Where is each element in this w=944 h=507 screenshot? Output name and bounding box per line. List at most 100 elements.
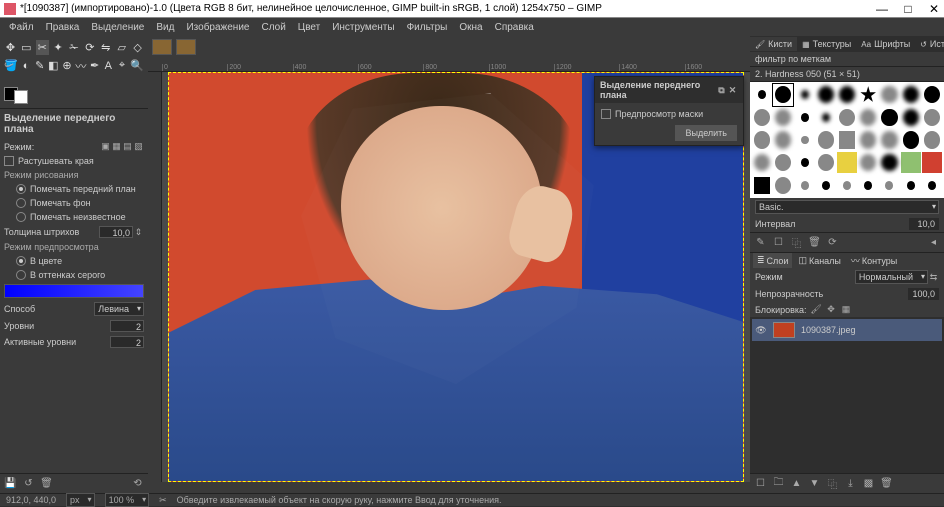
brush-item[interactable] <box>858 84 878 106</box>
tab-textures[interactable]: ▦Текстуры <box>797 37 856 51</box>
tool-smudge[interactable]: 〰 <box>75 58 86 73</box>
canvas[interactable]: Выделение переднего плана ⧉ ✕ Предпросмо… <box>162 72 750 482</box>
brush-item[interactable] <box>794 174 814 196</box>
preview-mask-checkbox[interactable] <box>601 109 611 119</box>
zoom-combo[interactable]: 100 % <box>105 493 150 507</box>
draw-bg-radio[interactable] <box>16 198 26 208</box>
tool-picker[interactable]: ⌖ <box>117 58 128 73</box>
maximize-button[interactable]: □ <box>902 2 914 16</box>
image-tab-0[interactable] <box>152 39 172 55</box>
brush-item[interactable] <box>816 84 836 106</box>
layer-row[interactable]: 👁 1090387.jpeg <box>752 319 942 341</box>
menu-filters[interactable]: Фильтры <box>402 20 453 35</box>
lower-layer-icon[interactable]: ▼ <box>808 477 821 490</box>
menu-windows[interactable]: Окна <box>454 20 487 35</box>
menu-edit[interactable]: Правка <box>41 20 85 35</box>
tool-crop[interactable]: ✁ <box>68 40 81 55</box>
menu-color[interactable]: Цвет <box>293 20 325 35</box>
menu-select[interactable]: Выделение <box>86 20 149 35</box>
menu-view[interactable]: Вид <box>151 20 179 35</box>
brush-item[interactable] <box>837 152 857 174</box>
mode-replace-icon[interactable]: ▣ <box>100 141 111 152</box>
brush-item[interactable] <box>858 152 878 174</box>
raise-layer-icon[interactable]: ▲ <box>790 477 803 490</box>
delete-layer-icon[interactable]: 🗑 <box>880 477 893 490</box>
brush-item[interactable] <box>752 152 772 174</box>
merge-down-icon[interactable]: ⤓ <box>844 477 857 490</box>
tab-paths[interactable]: 〰Контуры <box>847 252 901 269</box>
dialog-detach-icon[interactable]: ⧉ <box>716 85 727 96</box>
tool-zoom[interactable]: 🔍 <box>130 58 144 73</box>
brush-item[interactable] <box>922 84 942 106</box>
unit-combo[interactable]: px <box>66 493 95 507</box>
background-color[interactable] <box>14 90 28 104</box>
brush-item[interactable] <box>879 174 899 196</box>
engine-combo[interactable]: Левина <box>94 302 144 316</box>
delete-preset-icon[interactable]: 🗑 <box>40 477 53 490</box>
stroke-width-value[interactable]: 10,0 <box>99 226 133 238</box>
tool-pencil[interactable]: ✎ <box>34 58 45 73</box>
brush-item[interactable] <box>752 84 772 106</box>
fg-select-dialog[interactable]: Выделение переднего плана ⧉ ✕ Предпросмо… <box>594 76 744 146</box>
brush-item[interactable] <box>752 107 772 129</box>
brush-item[interactable] <box>879 107 899 129</box>
tool-eraser[interactable]: ◧ <box>48 58 59 73</box>
edit-brush-icon[interactable]: ✎ <box>754 236 767 249</box>
mode-add-icon[interactable]: ▦ <box>111 141 122 152</box>
brush-item[interactable] <box>794 152 814 174</box>
mode-switch-icon[interactable]: ⇆ <box>928 272 939 283</box>
tab-history[interactable]: ↺История <box>915 37 944 51</box>
feather-checkbox[interactable] <box>4 156 14 166</box>
preview-color-radio[interactable] <box>16 256 26 266</box>
brush-item[interactable] <box>858 107 878 129</box>
brush-item[interactable] <box>858 129 878 151</box>
brush-item[interactable] <box>837 84 857 106</box>
mask-color-preview[interactable] <box>4 284 144 298</box>
new-group-icon[interactable]: 🗀 <box>772 477 785 490</box>
layer-mode-combo[interactable]: Нормальный <box>855 270 928 284</box>
brush-item[interactable] <box>752 174 772 196</box>
visibility-icon[interactable]: 👁 <box>755 325 767 336</box>
tool-perspective[interactable]: ▱ <box>115 40 128 55</box>
opacity-value[interactable]: 100,0 <box>908 288 939 300</box>
menu-help[interactable]: Справка <box>490 20 539 35</box>
dup-brush-icon[interactable]: ⿻ <box>790 236 803 249</box>
lock-alpha-icon[interactable]: ▦ <box>841 304 852 315</box>
brush-item[interactable] <box>816 107 836 129</box>
brush-item[interactable] <box>837 174 857 196</box>
draw-unknown-radio[interactable] <box>16 212 26 222</box>
tool-bucket[interactable]: 🪣 <box>4 58 18 73</box>
brush-menu-icon[interactable]: ◂ <box>927 236 940 249</box>
minimize-button[interactable]: — <box>876 2 888 16</box>
brush-item[interactable] <box>922 152 942 174</box>
brush-item[interactable] <box>773 129 793 151</box>
brush-item[interactable] <box>901 107 921 129</box>
brush-item[interactable] <box>816 129 836 151</box>
tool-clone[interactable]: ⊕ <box>62 58 73 73</box>
stepper-icon[interactable]: ⇕ <box>133 227 144 238</box>
reset-icon[interactable]: ⟲ <box>131 477 144 490</box>
levels-value[interactable]: 2 <box>110 320 144 332</box>
draw-fg-radio[interactable] <box>16 184 26 194</box>
brush-item[interactable] <box>773 107 793 129</box>
brush-item[interactable] <box>858 174 878 196</box>
brush-item[interactable] <box>922 107 942 129</box>
mode-subtract-icon[interactable]: ▤ <box>122 141 133 152</box>
brush-item[interactable] <box>879 129 899 151</box>
tool-cage[interactable]: ◇ <box>131 40 144 55</box>
brush-item[interactable] <box>773 84 793 106</box>
restore-preset-icon[interactable]: ↺ <box>22 477 35 490</box>
tool-flip[interactable]: ⇋ <box>99 40 112 55</box>
lock-pixels-icon[interactable]: 🖌 <box>811 304 822 315</box>
brush-item[interactable] <box>879 84 899 106</box>
new-layer-icon[interactable]: ☐ <box>754 477 767 490</box>
preview-gray-radio[interactable] <box>16 270 26 280</box>
brush-item[interactable] <box>794 107 814 129</box>
tool-free-select[interactable]: ✂ <box>36 40 49 55</box>
scrollbar-horizontal[interactable] <box>148 482 750 493</box>
brush-item[interactable] <box>794 84 814 106</box>
brush-item[interactable] <box>922 129 942 151</box>
tab-layers[interactable]: ≣Слои <box>753 253 792 268</box>
brush-item[interactable] <box>773 152 793 174</box>
brush-item[interactable] <box>901 152 921 174</box>
